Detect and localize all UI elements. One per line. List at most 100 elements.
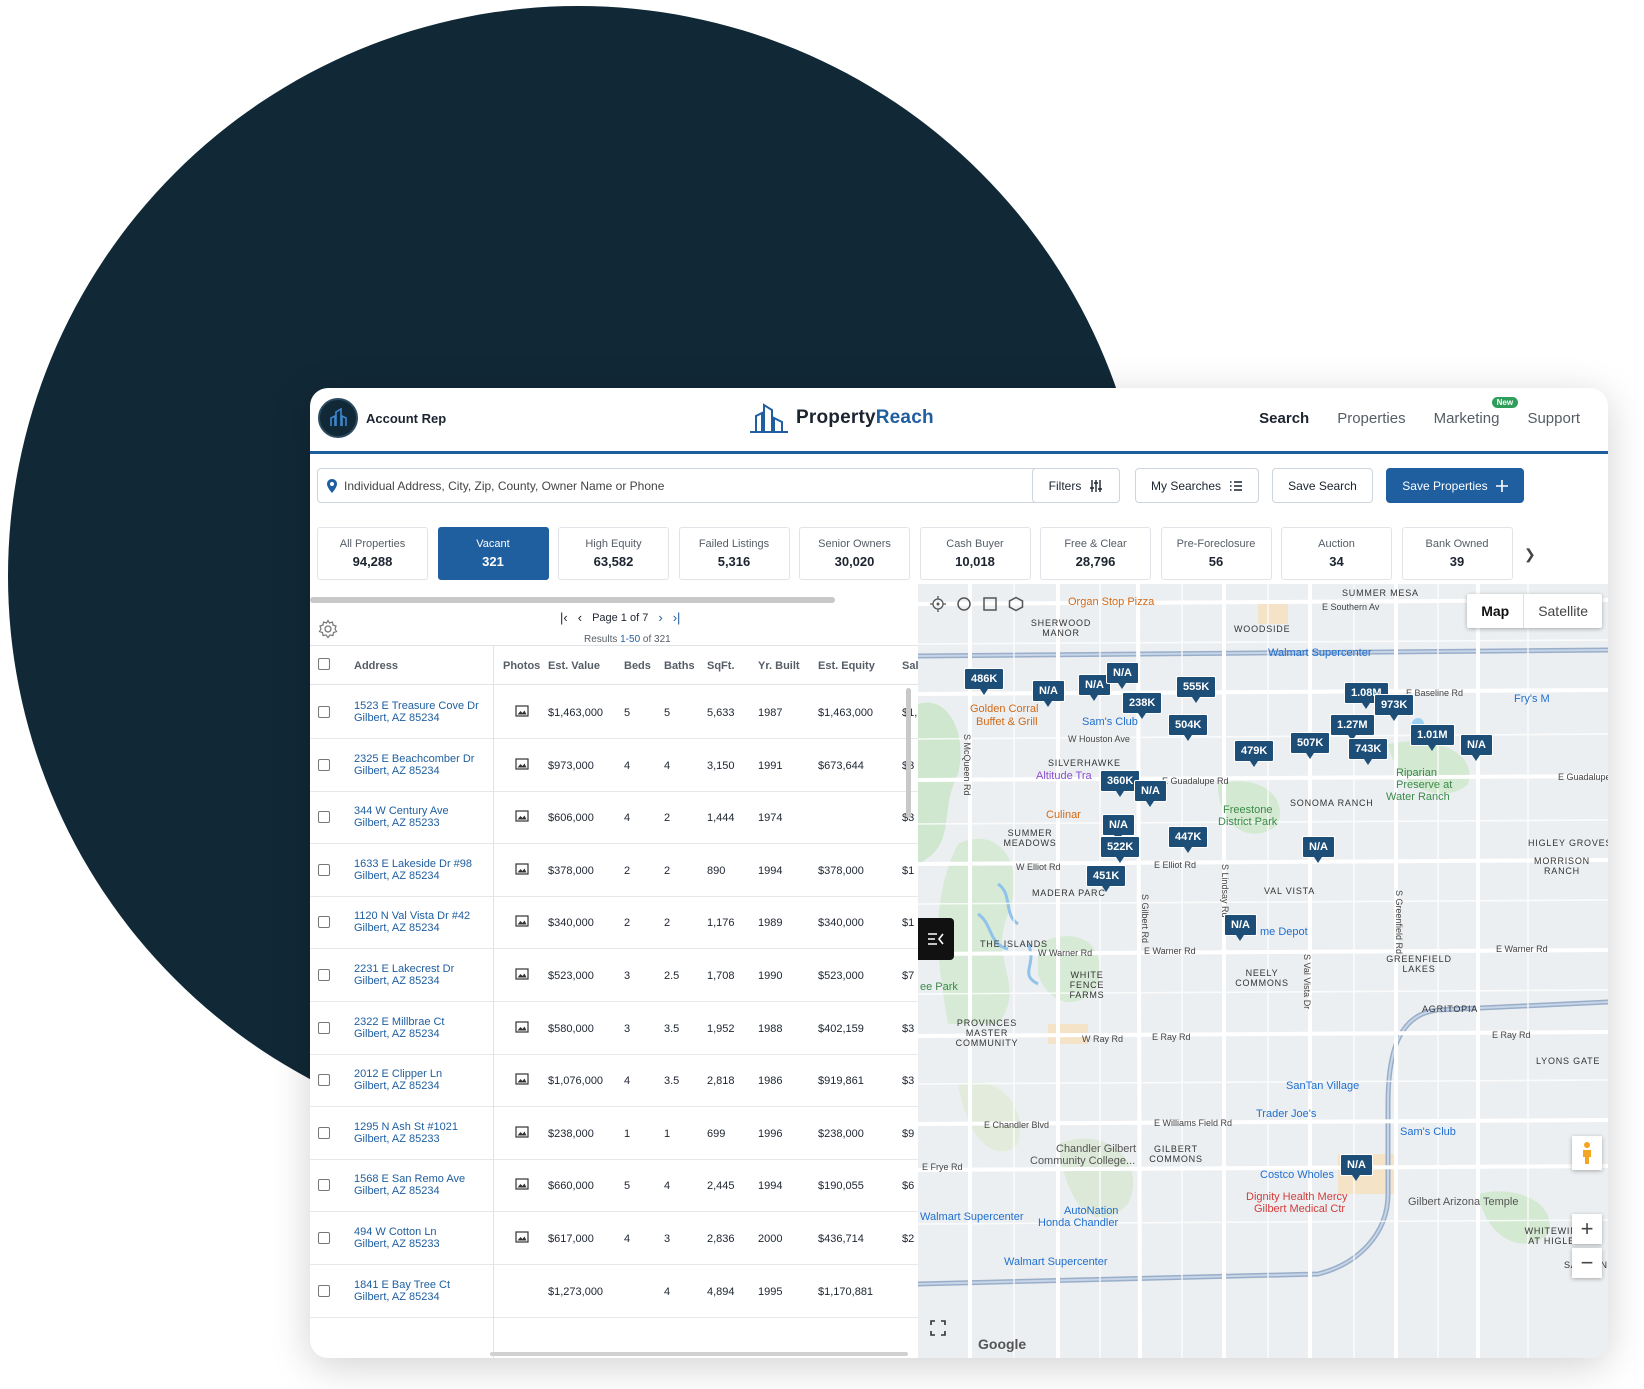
category-tab[interactable]: Failed Listings 5,316 bbox=[678, 527, 790, 580]
place-label[interactable]: Gilbert Medical Ctr bbox=[1254, 1203, 1345, 1215]
table-row[interactable]: 1523 E Treasure Cove Dr Gilbert, AZ 85234… bbox=[310, 686, 918, 739]
address-link[interactable]: 2322 E Millbrae Ct Gilbert, AZ 85234 bbox=[354, 1016, 445, 1040]
place-label[interactable]: Sam's Club bbox=[1400, 1126, 1456, 1138]
place-label[interactable]: Culinar bbox=[1046, 809, 1081, 821]
photo-icon[interactable] bbox=[515, 757, 529, 773]
table-vertical-scrollbar[interactable] bbox=[906, 688, 911, 818]
map-marker[interactable]: 486K bbox=[964, 668, 1005, 695]
row-checkbox[interactable] bbox=[318, 916, 330, 929]
photo-icon[interactable] bbox=[515, 863, 529, 878]
row-checkbox[interactable] bbox=[318, 811, 330, 824]
place-label[interactable]: Costco Wholes bbox=[1260, 1169, 1334, 1181]
place-label[interactable]: Dignity Health Mercy bbox=[1246, 1191, 1347, 1203]
place-label[interactable]: Sam's Club bbox=[1082, 716, 1138, 728]
map-marker[interactable]: 973K bbox=[1374, 694, 1415, 721]
table-row[interactable]: 2325 E Beachcomber Dr Gilbert, AZ 85234 $9… bbox=[310, 739, 918, 792]
place-label[interactable]: District Park bbox=[1218, 816, 1277, 828]
circle-draw-icon[interactable] bbox=[956, 596, 972, 612]
table-row[interactable]: 1120 N Val Vista Dr #42 Gilbert, AZ 85234… bbox=[310, 896, 918, 950]
photo-icon[interactable] bbox=[515, 705, 529, 720]
table-row[interactable]: 1568 E San Remo Ave Gilbert, AZ 85234 $660… bbox=[310, 1159, 918, 1213]
table-row[interactable]: 2231 E Lakecrest Dr Gilbert, AZ 85234 $523… bbox=[310, 949, 918, 1002]
row-checkbox[interactable] bbox=[318, 1021, 330, 1034]
place-label[interactable]: Trader Joe's bbox=[1256, 1108, 1316, 1120]
prev-page-icon[interactable]: ‹ bbox=[578, 610, 582, 625]
next-page-icon[interactable]: › bbox=[658, 610, 662, 625]
category-tab[interactable]: Senior Owners 30,020 bbox=[799, 527, 910, 580]
col-year-built[interactable]: Yr. Built bbox=[758, 660, 800, 672]
category-tab[interactable]: High Equity 63,582 bbox=[558, 527, 669, 580]
place-label[interactable]: ee Park bbox=[920, 981, 958, 993]
table-row[interactable]: 344 W Century Ave Gilbert, AZ 85233 $606,0… bbox=[310, 791, 918, 845]
photo-icon[interactable] bbox=[515, 915, 529, 930]
row-checkbox[interactable] bbox=[318, 706, 330, 718]
place-label[interactable]: Freestone bbox=[1223, 804, 1273, 816]
place-label[interactable]: Gilbert Arizona Temple bbox=[1408, 1196, 1518, 1208]
settings-gear-icon[interactable] bbox=[318, 619, 338, 644]
map-marker[interactable]: N/A bbox=[1224, 914, 1257, 941]
last-page-icon[interactable]: ›| bbox=[673, 610, 681, 625]
table-row[interactable]: 1295 N Ash St #1021 Gilbert, AZ 85233 $238… bbox=[310, 1107, 918, 1160]
place-label[interactable]: Chandler Gilbert bbox=[1056, 1143, 1136, 1155]
map-marker[interactable]: 238K bbox=[1122, 692, 1163, 719]
map-marker[interactable]: 504K bbox=[1168, 714, 1209, 741]
col-sqft[interactable]: SqFt. bbox=[707, 660, 735, 672]
map-marker[interactable]: 507K bbox=[1290, 732, 1331, 759]
row-checkbox[interactable] bbox=[318, 1126, 330, 1139]
place-label[interactable]: Altitude Tra bbox=[1036, 770, 1092, 782]
address-link[interactable]: 1523 E Treasure Cove Dr Gilbert, AZ 85234 bbox=[354, 700, 479, 724]
table-row[interactable]: 2012 E Clipper Ln Gilbert, AZ 85234 $1,076… bbox=[310, 1054, 918, 1108]
photo-icon[interactable] bbox=[515, 1126, 529, 1141]
photo-icon[interactable] bbox=[515, 1231, 529, 1246]
square-draw-icon[interactable] bbox=[982, 596, 998, 612]
map-marker[interactable]: N/A bbox=[1102, 814, 1135, 841]
place-label[interactable]: Walmart Supercenter bbox=[1004, 1256, 1108, 1268]
account-rep-label[interactable]: Account Rep bbox=[366, 411, 446, 426]
category-tab[interactable]: Auction 34 bbox=[1281, 527, 1392, 580]
table-row[interactable]: 2322 E Millbrae Ct Gilbert, AZ 85234 $580,… bbox=[310, 1002, 918, 1055]
table-row[interactable]: 494 W Cotton Ln Gilbert, AZ 85233 $617,000… bbox=[310, 1212, 918, 1265]
category-tab[interactable]: Cash Buyer 10,018 bbox=[919, 527, 1031, 580]
row-checkbox[interactable] bbox=[318, 1179, 330, 1192]
row-checkbox[interactable] bbox=[318, 1284, 330, 1297]
place-label[interactable]: AutoNation bbox=[1064, 1205, 1118, 1217]
map-marker[interactable]: 522K bbox=[1100, 836, 1141, 863]
collapse-list-button[interactable] bbox=[918, 918, 954, 960]
address-link[interactable]: 2012 E Clipper Ln Gilbert, AZ 85234 bbox=[354, 1068, 442, 1092]
row-checkbox[interactable] bbox=[318, 1232, 330, 1244]
address-link[interactable]: 2325 E Beachcomber Dr Gilbert, AZ 85234 bbox=[354, 753, 474, 777]
category-tab[interactable]: Bank Owned 39 bbox=[1401, 527, 1513, 580]
address-link[interactable]: 1295 N Ash St #1021 Gilbert, AZ 85233 bbox=[354, 1121, 458, 1145]
place-label[interactable]: Golden Corral bbox=[970, 703, 1038, 715]
search-input[interactable] bbox=[344, 478, 1044, 493]
street-view-pegman-icon[interactable] bbox=[1572, 1136, 1602, 1170]
address-link[interactable]: 494 W Cotton Ln Gilbert, AZ 85233 bbox=[354, 1226, 440, 1250]
col-est-value[interactable]: Est. Value bbox=[548, 660, 600, 672]
propertyreach-logo[interactable]: PropertyReach bbox=[748, 398, 934, 438]
place-label[interactable]: Honda Chandler bbox=[1038, 1217, 1118, 1229]
place-label[interactable]: Riparian bbox=[1396, 767, 1437, 779]
place-label[interactable]: SanTan Village bbox=[1286, 1080, 1359, 1092]
my-searches-button[interactable]: My Searches bbox=[1135, 468, 1259, 503]
chevron-right-icon[interactable]: ❯ bbox=[1524, 546, 1536, 563]
avatar[interactable] bbox=[318, 398, 358, 438]
map-type-map[interactable]: Map bbox=[1467, 594, 1523, 628]
col-baths[interactable]: Baths bbox=[664, 660, 695, 672]
map-marker[interactable]: 1.01M bbox=[1410, 724, 1455, 751]
map-marker[interactable]: N/A bbox=[1106, 662, 1139, 689]
category-tab[interactable]: Free & Clear 28,796 bbox=[1040, 527, 1151, 580]
nav-marketing[interactable]: Marketing New bbox=[1434, 397, 1519, 427]
map-marker[interactable]: 451K bbox=[1086, 865, 1127, 892]
photo-icon[interactable] bbox=[515, 810, 529, 825]
map-marker[interactable]: N/A bbox=[1460, 734, 1493, 761]
select-all-checkbox[interactable] bbox=[318, 658, 330, 670]
map-marker[interactable]: 555K bbox=[1176, 676, 1217, 703]
save-properties-button[interactable]: Save Properties bbox=[1386, 468, 1524, 503]
tabs-scrollbar[interactable] bbox=[310, 597, 835, 603]
place-label[interactable]: Water Ranch bbox=[1386, 791, 1450, 803]
nav-search[interactable]: Search bbox=[1259, 410, 1309, 427]
fullscreen-icon[interactable] bbox=[930, 1320, 946, 1341]
polygon-draw-icon[interactable] bbox=[1008, 596, 1024, 612]
table-horizontal-scrollbar[interactable] bbox=[490, 1352, 908, 1356]
category-tab[interactable]: Pre-Foreclosure 56 bbox=[1160, 527, 1272, 580]
